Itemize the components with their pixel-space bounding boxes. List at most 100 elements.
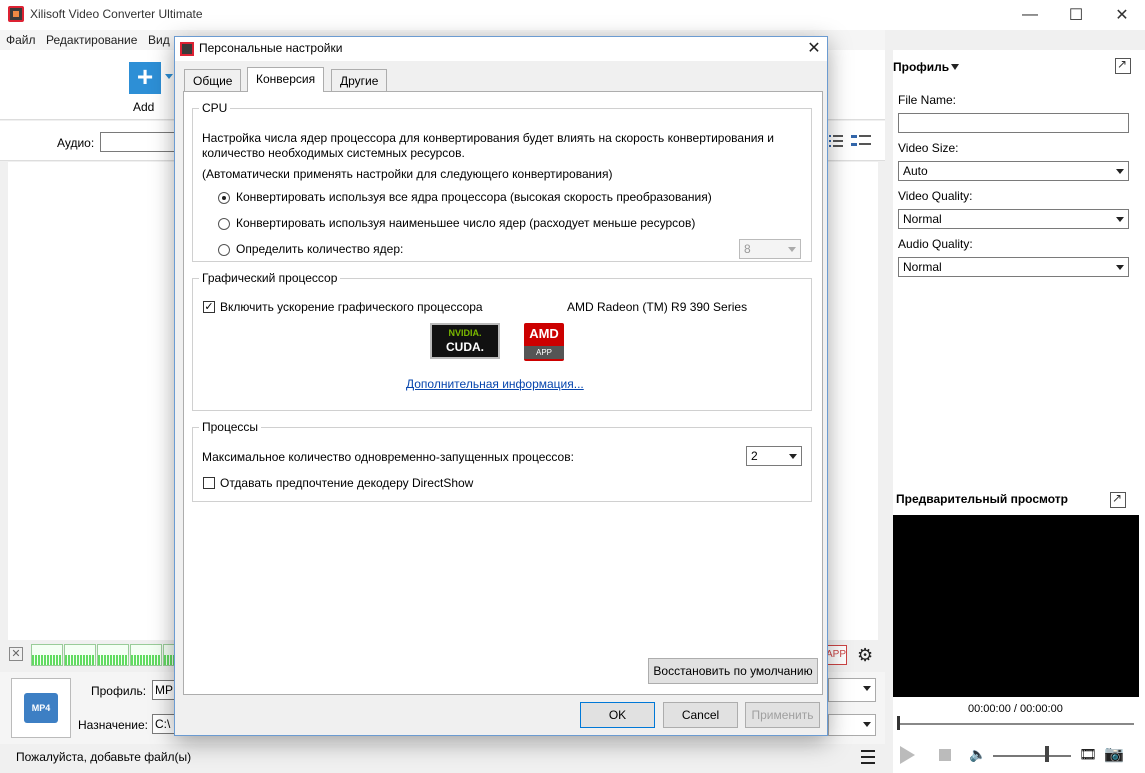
nvidia-cuda-logo: NVIDIA. CUDA. <box>430 323 500 359</box>
core-count-select[interactable]: 8 <box>739 239 801 259</box>
preview-screen <box>893 515 1139 697</box>
maximize-button[interactable]: ☐ <box>1053 0 1099 30</box>
conversion-tab-panel: CPU Настройка числа ядер процессора для … <box>183 91 823 695</box>
output-format-thumbnail[interactable]: MP4 <box>11 678 71 738</box>
profile-caret-icon[interactable] <box>951 64 959 70</box>
directshow-label[interactable]: Отдавать предпочтение декодеру DirectSho… <box>220 476 473 490</box>
expand-profile-icon[interactable] <box>1115 57 1131 74</box>
stop-icon[interactable] <box>939 749 951 761</box>
gpu-device-name: AMD Radeon (TM) R9 390 Series <box>567 300 748 314</box>
amd-app-wordmark: APP <box>524 346 564 359</box>
dialog-titlebar: Персональные настройки ✕ <box>175 37 827 61</box>
preview-heading: Предварительный просмотр <box>896 492 1068 506</box>
seek-handle[interactable] <box>897 716 900 730</box>
volume-slider[interactable] <box>993 755 1071 757</box>
video-size-label: Video Size: <box>898 141 959 155</box>
radio-all-cores-label[interactable]: Конвертировать используя все ядра процес… <box>236 190 712 204</box>
destination-input[interactable]: C:\ <box>152 714 176 734</box>
detail-view-icon[interactable] <box>851 135 871 147</box>
expand-preview-icon[interactable] <box>1110 491 1126 508</box>
tab-general[interactable]: Общие <box>184 69 242 91</box>
audio-label: Аудио: <box>57 136 95 150</box>
log-list-icon[interactable] <box>861 750 875 764</box>
add-file-icon[interactable]: + <box>129 62 161 94</box>
restore-defaults-button[interactable]: Восстановить по умолчанию <box>648 658 818 684</box>
file-name-label: File Name: <box>898 93 957 107</box>
audio-quality-value: Normal <box>903 260 942 274</box>
settings-dialog: Персональные настройки ✕ Общие Конверсия… <box>174 36 828 736</box>
profile-dropdown-button[interactable] <box>828 678 876 702</box>
app-acceleration-badge[interactable]: APP <box>825 645 847 665</box>
radio-all-cores[interactable] <box>218 192 230 204</box>
destination-dropdown-button[interactable] <box>828 714 876 736</box>
cancel-button[interactable]: Cancel <box>663 702 738 728</box>
radio-min-cores[interactable] <box>218 218 230 230</box>
list-view-icon[interactable] <box>829 135 843 147</box>
gear-icon[interactable]: ⚙ <box>857 645 873 666</box>
profile-select[interactable]: MP <box>152 680 176 700</box>
destination-label: Назначение: <box>78 718 149 732</box>
max-processes-select[interactable]: 2 <box>746 446 802 466</box>
dialog-app-icon <box>180 42 194 56</box>
app-title: Xilisoft Video Converter Ultimate <box>30 7 203 21</box>
video-quality-select[interactable]: Normal <box>898 209 1129 229</box>
add-dropdown-caret-icon[interactable] <box>165 74 173 79</box>
audio-quality-label: Audio Quality: <box>898 237 973 251</box>
nvidia-wordmark: NVIDIA. <box>448 328 482 338</box>
menu-edit[interactable]: Редактирование <box>46 33 137 47</box>
play-icon[interactable] <box>900 746 915 764</box>
cuda-wordmark: CUDA. <box>446 340 484 354</box>
video-size-select[interactable]: Auto <box>898 161 1129 181</box>
minimize-button[interactable]: — <box>1007 0 1053 30</box>
tab-other[interactable]: Другие <box>331 69 388 91</box>
radio-custom-cores[interactable] <box>218 244 230 256</box>
cpu-core-graph <box>130 644 162 666</box>
clear-icon[interactable]: ✕ <box>9 647 23 661</box>
menu-file[interactable]: Файл <box>6 33 36 47</box>
gpu-group-legend: Графический процессор <box>199 271 341 285</box>
radio-custom-cores-label[interactable]: Определить количество ядер: <box>236 242 403 256</box>
clip-icon[interactable]: 🎞 <box>1079 746 1097 763</box>
gpu-acceleration-label[interactable]: Включить ускорение графического процессо… <box>220 300 483 314</box>
file-name-input[interactable] <box>898 113 1129 133</box>
processes-group: Процессы Максимальное количество одновре… <box>192 420 812 502</box>
apply-button[interactable]: Применить <box>745 702 820 728</box>
camera-icon[interactable]: 📷 <box>1104 744 1124 764</box>
cpu-description-line2: количество необходимых системных ресурсо… <box>202 146 465 160</box>
volume-icon[interactable]: 🔈 <box>969 746 986 763</box>
profile-heading[interactable]: Профиль <box>893 60 949 74</box>
audio-track-select[interactable] <box>100 132 180 152</box>
ok-button[interactable]: OK <box>580 702 655 728</box>
radio-min-cores-label[interactable]: Конвертировать используя наименьшее числ… <box>236 216 695 230</box>
audio-quality-select[interactable]: Normal <box>898 257 1129 277</box>
dialog-close-button[interactable]: ✕ <box>803 38 825 60</box>
time-readout: 00:00:00 / 00:00:00 <box>968 703 1063 715</box>
amd-app-logo: AMD APP <box>524 323 564 361</box>
cpu-core-graph <box>97 644 129 666</box>
video-quality-label: Video Quality: <box>898 189 973 203</box>
more-info-link[interactable]: Дополнительная информация... <box>406 377 584 391</box>
processes-group-legend: Процессы <box>199 420 262 434</box>
gpu-acceleration-checkbox[interactable]: ✓ <box>203 301 215 313</box>
cpu-group-legend: CPU <box>199 101 231 115</box>
seek-bar[interactable] <box>898 723 1134 725</box>
gpu-group: Графический процессор ✓ Включить ускорен… <box>192 271 812 411</box>
volume-handle[interactable] <box>1045 746 1049 762</box>
max-processes-value: 2 <box>751 449 758 463</box>
directshow-checkbox[interactable] <box>203 477 215 489</box>
close-window-button[interactable]: ✕ <box>1099 0 1145 30</box>
status-text: Пожалуйста, добавьте файл(ы) <box>16 750 192 764</box>
cpu-description-line1: Настройка числа ядер процессора для конв… <box>202 131 774 145</box>
add-button-label[interactable]: Add <box>133 100 154 114</box>
app-titlebar: Xilisoft Video Converter Ultimate — ☐ ✕ <box>0 0 1145 30</box>
amd-wordmark: AMD <box>529 326 559 341</box>
cpu-core-graph <box>31 644 63 666</box>
cpu-auto-note: (Автоматически применять настройки для с… <box>202 167 613 181</box>
panel-splitter[interactable] <box>885 50 893 773</box>
tab-conversion[interactable]: Конверсия <box>247 67 325 92</box>
app-logo-icon <box>8 6 24 22</box>
cpu-core-graph <box>64 644 96 666</box>
dialog-title: Персональные настройки <box>199 41 343 55</box>
video-quality-value: Normal <box>903 212 942 226</box>
menu-view[interactable]: Вид <box>148 33 170 47</box>
